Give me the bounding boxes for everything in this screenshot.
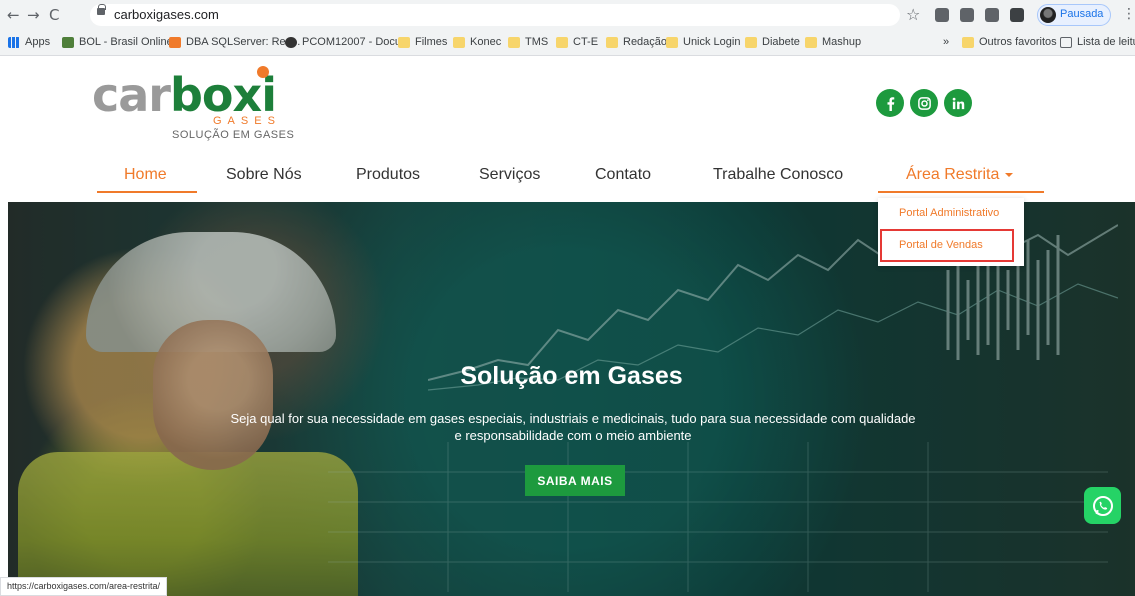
profile-status: Pausada	[1060, 8, 1104, 20]
bookmarks-bar: Apps BOL - Brasil Online DBA SQLServer: …	[0, 30, 1135, 56]
forward-button[interactable]: →	[27, 6, 40, 24]
nav-sobre-nos[interactable]: Sobre Nós	[226, 166, 302, 184]
back-button[interactable]: ←	[7, 6, 20, 24]
more-menu-icon[interactable]: ⋮	[1122, 6, 1135, 22]
bookmark-other-favorites[interactable]: Outros favoritos	[962, 36, 1057, 48]
lock-icon[interactable]	[97, 4, 106, 15]
nav-area-restrita[interactable]: Área Restrita	[906, 166, 1014, 184]
bookmark-item[interactable]: Redação	[606, 36, 667, 48]
circle-icon	[285, 36, 297, 48]
reload-button[interactable]: C	[49, 6, 59, 24]
chevron-down-icon	[1005, 172, 1014, 177]
bookmark-item[interactable]: DBA SQLServer: Rec...	[169, 36, 300, 48]
logo-tagline: SOLUÇÃO EM GASES	[172, 129, 295, 141]
profile-button[interactable]: Pausada	[1037, 4, 1111, 26]
folder-icon	[666, 36, 678, 48]
nav-trabalhe-conosco[interactable]: Trabalhe Conosco	[713, 166, 843, 184]
nav-contato[interactable]: Contato	[595, 166, 651, 184]
folder-icon	[398, 36, 410, 48]
bookmark-item[interactable]: Unick Login	[666, 36, 740, 48]
apps-icon	[8, 36, 20, 48]
folder-icon	[556, 36, 568, 48]
dropdown-portal-administrativo[interactable]: Portal Administrativo	[899, 207, 999, 219]
folder-icon	[745, 36, 757, 48]
extension-icon[interactable]	[985, 8, 999, 22]
bookmark-apps[interactable]: Apps	[8, 36, 50, 48]
logo-dot-icon	[257, 66, 269, 78]
bookmark-item[interactable]: CT-E	[556, 36, 598, 48]
extension-icon[interactable]	[935, 8, 949, 22]
nav-produtos[interactable]: Produtos	[356, 166, 420, 184]
extension-icon[interactable]	[960, 8, 974, 22]
puzzle-icon[interactable]	[1010, 8, 1024, 22]
nav-area-restrita-underline	[878, 191, 1044, 193]
whatsapp-icon[interactable]	[1084, 487, 1121, 524]
reading-list-icon	[1060, 36, 1072, 48]
folder-icon	[805, 36, 817, 48]
reading-list[interactable]: Lista de leitura	[1060, 36, 1135, 48]
instagram-icon[interactable]	[910, 89, 938, 117]
status-bar: https://carboxigases.com/area-restrita/	[0, 577, 168, 596]
hero-title: Solução em Gases	[460, 362, 683, 390]
folder-icon	[606, 36, 618, 48]
folder-icon	[962, 36, 974, 48]
globe-icon	[62, 36, 74, 48]
bookmark-item[interactable]: PCOM12007 - Docu...	[285, 36, 410, 48]
avatar	[1040, 7, 1056, 23]
address-url[interactable]: carboxigases.com	[114, 7, 219, 22]
website: carboxi GASES SOLUÇÃO EM GASES Home Sobr…	[0, 57, 1135, 596]
facebook-icon[interactable]	[876, 89, 904, 117]
folder-icon	[508, 36, 520, 48]
bookmark-item[interactable]: Mashup	[805, 36, 861, 48]
nav-home[interactable]: Home	[124, 166, 167, 184]
bookmarks-overflow[interactable]: »	[943, 36, 949, 48]
highlight-box	[880, 229, 1014, 262]
bookmark-item[interactable]: TMS	[508, 36, 548, 48]
logo-gases: GASES	[213, 115, 281, 127]
hero-description: Seja qual for sua necessidade em gases e…	[230, 411, 916, 443]
bookmark-item[interactable]: Filmes	[398, 36, 447, 48]
bookmark-item[interactable]: BOL - Brasil Online	[62, 36, 173, 48]
linkedin-icon[interactable]	[944, 89, 972, 117]
bookmark-item[interactable]: Konec	[453, 36, 501, 48]
nav-servicos[interactable]: Serviços	[479, 166, 540, 184]
folder-icon	[453, 36, 465, 48]
browser-toolbar: ← → C carboxigases.com ☆ Pausada ⋮	[0, 0, 1135, 30]
bookmark-item[interactable]: Diabete	[745, 36, 800, 48]
document-icon	[169, 36, 181, 48]
bookmark-star-icon[interactable]: ☆	[906, 5, 920, 24]
saiba-mais-button[interactable]: SAIBA MAIS	[525, 465, 625, 496]
nav-home-underline	[97, 191, 197, 193]
